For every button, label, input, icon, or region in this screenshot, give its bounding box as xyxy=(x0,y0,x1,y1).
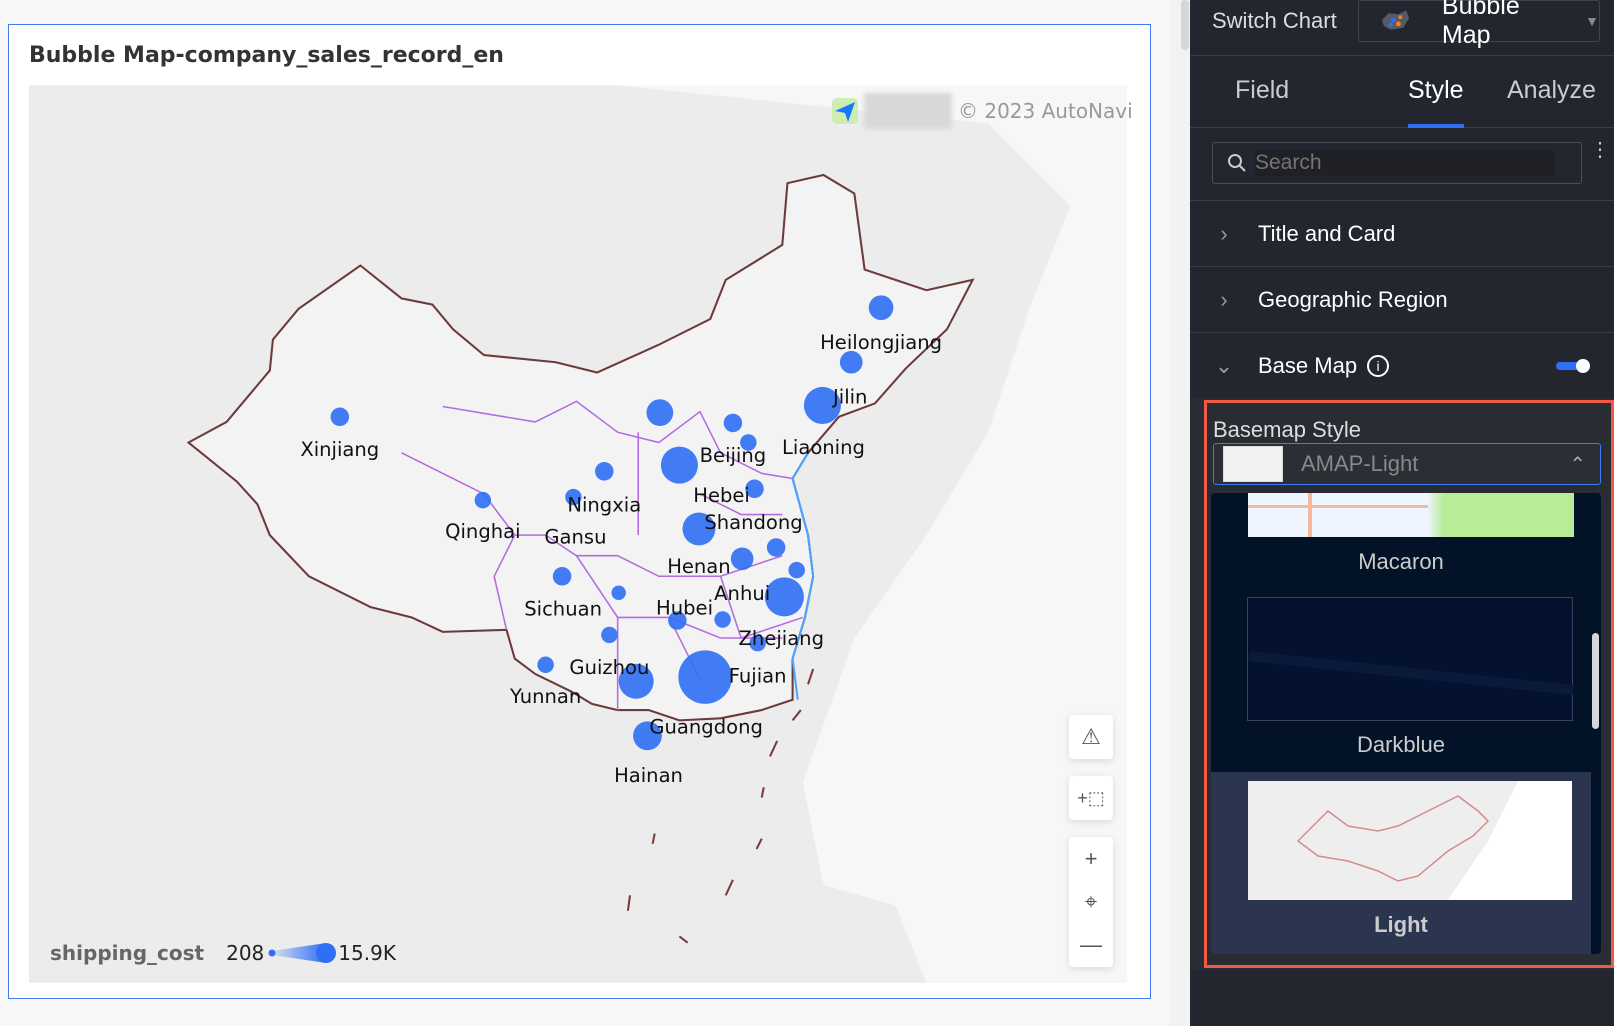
chevron-up-icon: ⌃ xyxy=(1569,453,1586,476)
zoom-in-icon[interactable]: + xyxy=(1085,846,1098,872)
bubble-map-icon xyxy=(1381,10,1410,30)
panel-header: Switch Chart Bubble Map ▼ xyxy=(1190,0,1614,56)
section-label: Geographic Region xyxy=(1258,286,1448,312)
province-label: Anhui xyxy=(714,582,770,605)
province-label: Hainan xyxy=(614,764,683,787)
bubble[interactable] xyxy=(660,446,698,484)
info-icon[interactable]: i xyxy=(1367,354,1390,377)
section-geographic-region[interactable]: › Geographic Region xyxy=(1190,266,1614,332)
bubble[interactable] xyxy=(678,650,732,704)
province-label: Hubei xyxy=(656,596,713,619)
select-region-icon: +⬚ xyxy=(1077,787,1105,808)
chevron-right-icon: › xyxy=(1220,286,1228,312)
zoom-controls: + ⌖ — xyxy=(1069,837,1113,967)
warning-icon: ⚠ xyxy=(1081,724,1101,749)
attribution-text: © 2023 AutoNavi xyxy=(958,99,1133,123)
bubble[interactable] xyxy=(839,350,863,374)
selected-basemap-value: AMAP-Light xyxy=(1301,451,1419,476)
province-label: Shandong xyxy=(704,511,802,534)
dropdown-caret-icon: ▼ xyxy=(1585,13,1599,29)
base-map-toggle[interactable] xyxy=(1556,359,1590,373)
search-input[interactable] xyxy=(1255,150,1555,176)
warning-button[interactable]: ⚠ xyxy=(1069,715,1113,759)
switch-chart-label: Switch Chart xyxy=(1212,8,1337,33)
bubble[interactable] xyxy=(595,462,614,481)
section-base-map[interactable]: ⌄ Base Map i xyxy=(1190,332,1614,398)
zoom-out-icon[interactable]: — xyxy=(1080,932,1102,958)
province-label: Yunnan xyxy=(509,685,581,708)
bubble[interactable] xyxy=(868,295,894,321)
province-label: Guizhou xyxy=(569,656,649,679)
bubble[interactable] xyxy=(766,538,786,557)
province-label: Sichuan xyxy=(524,597,602,620)
page-scrollbar-thumb[interactable] xyxy=(1181,0,1189,50)
bubble[interactable] xyxy=(601,626,618,644)
panel-tabs: Field Style Analyze xyxy=(1190,56,1614,128)
page-scrollbar[interactable] xyxy=(1170,0,1190,1026)
bubble[interactable] xyxy=(474,491,492,509)
blurred-logo xyxy=(864,93,952,129)
bubble[interactable] xyxy=(714,611,731,628)
chart-type-value: Bubble Map xyxy=(1441,0,1520,49)
bubble[interactable] xyxy=(330,407,350,427)
options-scrollbar[interactable] xyxy=(1592,633,1599,729)
province-label: Qinghai xyxy=(445,520,520,543)
option-label: Macaron xyxy=(1358,549,1444,574)
bubble[interactable] xyxy=(537,656,554,674)
basemap-style-select[interactable]: AMAP-Light ⌃ xyxy=(1213,443,1601,485)
bubble[interactable] xyxy=(552,567,572,586)
bubble[interactable] xyxy=(788,561,805,579)
select-region-button[interactable]: +⬚ xyxy=(1069,776,1113,820)
amap-logo-icon xyxy=(832,98,858,124)
option-macaron[interactable]: Macaron xyxy=(1211,493,1591,593)
basemap-options-list: Macaron Darkblue Light xyxy=(1211,493,1601,954)
option-label: Darkblue xyxy=(1356,732,1446,757)
section-title-and-card[interactable]: › Title and Card xyxy=(1190,200,1614,266)
macaron-thumbnail xyxy=(1248,493,1574,537)
chevron-down-icon: ⌄ xyxy=(1214,352,1234,378)
option-light[interactable]: Light xyxy=(1211,772,1591,954)
light-thumbnail xyxy=(1248,781,1572,900)
search-box[interactable] xyxy=(1212,142,1582,184)
province-label: Heilongjiang xyxy=(820,331,942,354)
bubble[interactable] xyxy=(764,577,804,617)
option-label: Light xyxy=(1374,912,1428,937)
chart-type-select[interactable]: Bubble Map ▼ xyxy=(1358,0,1600,49)
province-label: Hebei xyxy=(693,484,750,507)
tab-field[interactable]: Field xyxy=(1235,76,1289,105)
legend-min: 208 xyxy=(226,941,265,965)
locate-icon[interactable]: ⌖ xyxy=(1085,889,1097,915)
more-options-icon[interactable]: ⋮ xyxy=(1590,140,1610,160)
province-label: Zhejiang xyxy=(739,627,824,650)
chevron-right-icon: › xyxy=(1220,220,1228,246)
province-label: Henan xyxy=(667,555,730,578)
basemap-style-label: Basemap Style xyxy=(1213,417,1361,442)
bubble[interactable] xyxy=(646,399,674,427)
map-attribution: © 2023 AutoNavi xyxy=(832,93,1133,129)
section-label: Title and Card xyxy=(1258,220,1396,246)
legend-title: shipping_cost xyxy=(50,941,205,965)
section-label: Base Map xyxy=(1258,352,1358,378)
legend-size-gradient xyxy=(268,943,337,963)
province-label: Guangdong xyxy=(649,716,762,739)
province-label: Ningxia xyxy=(567,493,641,516)
province-label: Jilin xyxy=(831,385,867,408)
bubble[interactable] xyxy=(723,413,743,433)
selected-basemap-thumbnail xyxy=(1223,446,1283,482)
tab-style[interactable]: Style xyxy=(1408,76,1464,105)
darkblue-thumbnail xyxy=(1247,597,1574,721)
active-tab-indicator xyxy=(1408,124,1464,128)
bubble[interactable] xyxy=(611,585,626,600)
size-legend: shipping_cost 208 15.9K xyxy=(50,940,396,966)
legend-max: 15.9K xyxy=(338,941,396,965)
province-label: Liaoning xyxy=(782,436,865,459)
province-label: Fujian xyxy=(729,664,787,687)
province-label: Gansu xyxy=(544,525,606,548)
province-label: Xinjiang xyxy=(300,438,379,461)
option-darkblue[interactable]: Darkblue xyxy=(1211,597,1591,767)
search-icon xyxy=(1228,154,1246,172)
province-label: Beijing xyxy=(700,444,767,467)
tab-analyze[interactable]: Analyze xyxy=(1507,76,1596,105)
bubble[interactable] xyxy=(730,547,754,571)
